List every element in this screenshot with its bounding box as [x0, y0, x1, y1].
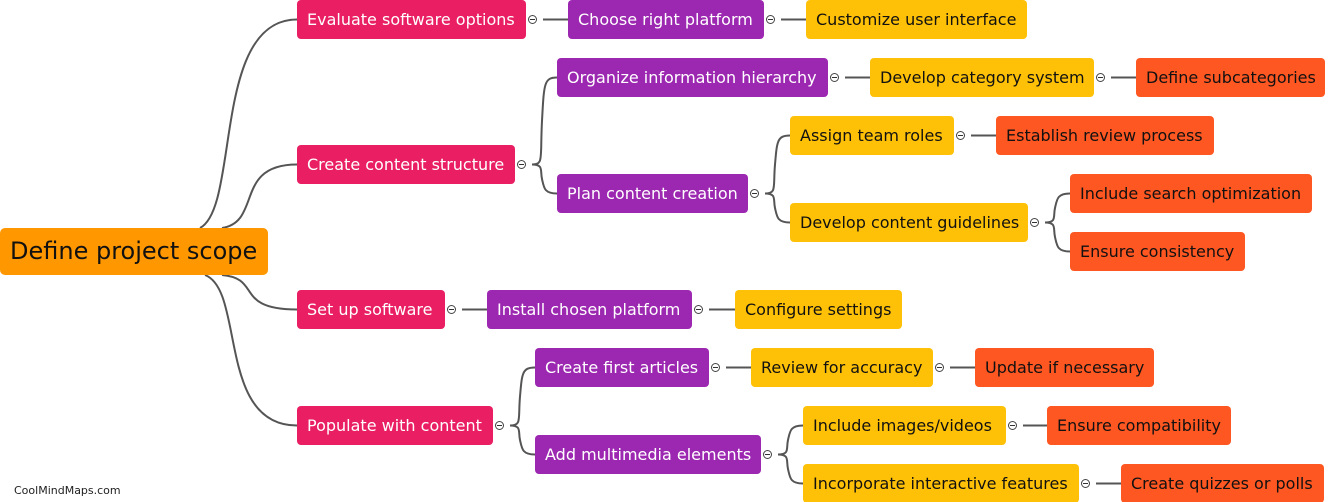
node-configure-settings[interactable]: Configure settings: [735, 290, 902, 329]
connector-n2b2-to-n2b2a: [1044, 192, 1071, 224]
node-add-multimedia-elements[interactable]: Add multimedia elements: [535, 435, 761, 474]
connector-n4b-to-n4b1: [777, 424, 804, 456]
collapse-toggle-icon[interactable]: [763, 450, 772, 459]
connector-root-to-n4: [204, 274, 298, 427]
node-develop-content-guidelines[interactable]: Develop content guidelines: [790, 203, 1028, 242]
connector-root-to-n3: [221, 274, 298, 311]
node-choose-right-platform[interactable]: Choose right platform: [568, 0, 764, 39]
collapse-toggle-icon[interactable]: [1096, 73, 1105, 82]
node-ensure-compatibility[interactable]: Ensure compatibility: [1047, 406, 1231, 445]
watermark: CoolMindMaps.com: [14, 484, 121, 497]
node-create-first-articles[interactable]: Create first articles: [535, 348, 709, 387]
node-create-quizzes-or-polls[interactable]: Create quizzes or polls: [1121, 464, 1324, 502]
connector-n2b2-to-n2b2b: [1044, 221, 1071, 253]
connector-n2b-to-n2b2: [764, 192, 791, 224]
connector-n2-to-n2b: [531, 163, 558, 195]
node-populate-with-content[interactable]: Populate with content: [297, 406, 493, 445]
connector-n4-to-n4b: [509, 424, 536, 456]
mind-map-canvas: Define project scope Evaluate software op…: [0, 0, 1337, 502]
connector-n2b-to-n2b1: [764, 134, 791, 195]
collapse-toggle-icon[interactable]: [1008, 421, 1017, 430]
node-assign-team-roles[interactable]: Assign team roles: [790, 116, 954, 155]
connector-n4b-to-n4b2: [777, 453, 804, 485]
collapse-toggle-icon[interactable]: [517, 160, 526, 169]
node-update-if-necessary[interactable]: Update if necessary: [975, 348, 1154, 387]
node-ensure-consistency[interactable]: Ensure consistency: [1070, 232, 1245, 271]
node-set-up-software[interactable]: Set up software: [297, 290, 445, 329]
collapse-toggle-icon[interactable]: [495, 421, 504, 430]
connector-root-to-n1: [199, 18, 298, 229]
node-include-search-optimization[interactable]: Include search optimization: [1070, 174, 1312, 213]
collapse-toggle-icon[interactable]: [1030, 218, 1039, 227]
collapse-toggle-icon[interactable]: [750, 189, 759, 198]
connector-root-to-n2: [221, 163, 298, 229]
node-customize-user-interface[interactable]: Customize user interface: [806, 0, 1027, 39]
connector-n4-to-n4a: [509, 366, 536, 427]
root-node[interactable]: Define project scope: [0, 228, 268, 275]
node-plan-content-creation[interactable]: Plan content creation: [557, 174, 748, 213]
collapse-toggle-icon[interactable]: [1081, 479, 1090, 488]
node-install-chosen-platform[interactable]: Install chosen platform: [487, 290, 692, 329]
node-evaluate-software-options[interactable]: Evaluate software options: [297, 0, 526, 39]
collapse-toggle-icon[interactable]: [830, 73, 839, 82]
collapse-toggle-icon[interactable]: [528, 15, 537, 24]
collapse-toggle-icon[interactable]: [956, 131, 965, 140]
node-establish-review-process[interactable]: Establish review process: [996, 116, 1214, 155]
node-organize-information-hierarchy[interactable]: Organize information hierarchy: [557, 58, 828, 97]
node-develop-category-system[interactable]: Develop category system: [870, 58, 1094, 97]
node-review-for-accuracy[interactable]: Review for accuracy: [751, 348, 933, 387]
collapse-toggle-icon[interactable]: [766, 15, 775, 24]
node-incorporate-interactive-features[interactable]: Incorporate interactive features: [803, 464, 1079, 502]
collapse-toggle-icon[interactable]: [711, 363, 720, 372]
node-create-content-structure[interactable]: Create content structure: [297, 145, 515, 184]
connector-n2-to-n2a: [531, 76, 558, 166]
collapse-toggle-icon[interactable]: [694, 305, 703, 314]
collapse-toggle-icon[interactable]: [447, 305, 456, 314]
node-include-images-videos[interactable]: Include images/videos: [803, 406, 1006, 445]
node-define-subcategories[interactable]: Define subcategories: [1136, 58, 1325, 97]
collapse-toggle-icon[interactable]: [935, 363, 944, 372]
